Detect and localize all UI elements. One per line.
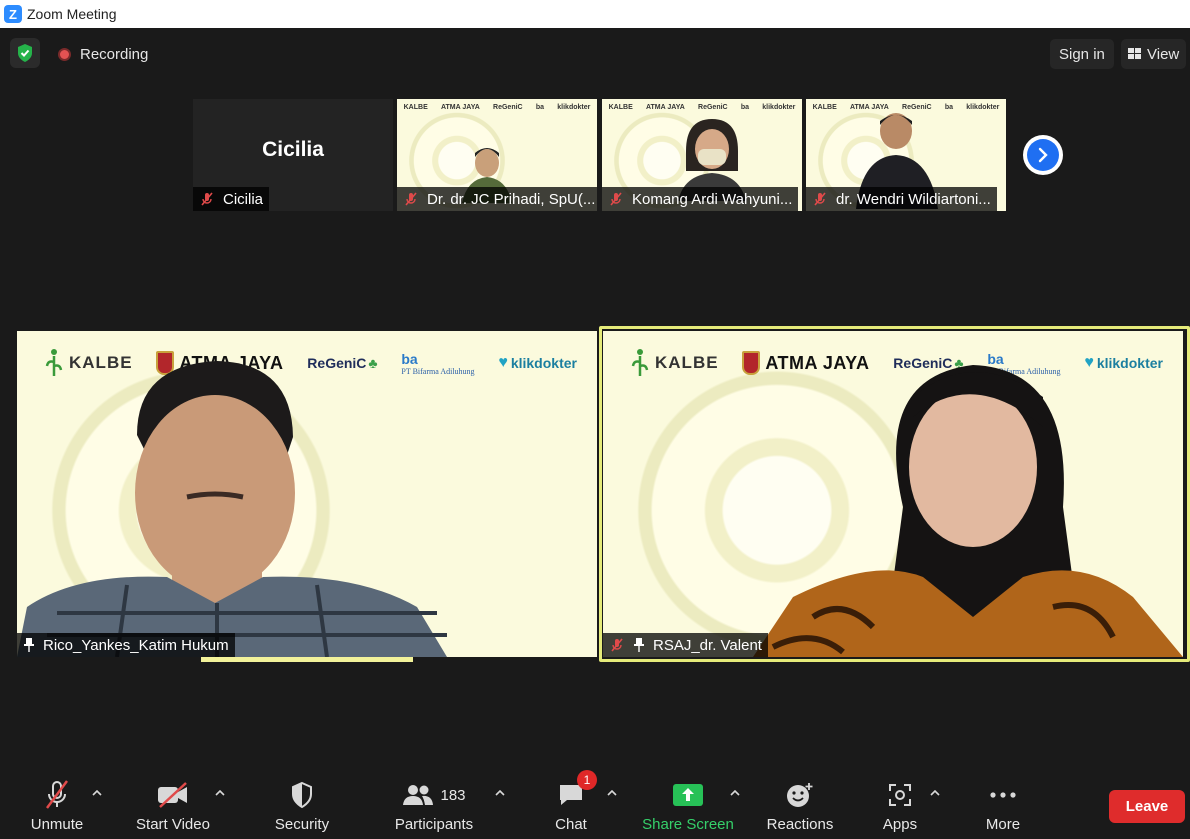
video-thumbnail[interactable]: KALBE ATMA JAYA ReGeniC ba klikdokter Dr. dr… — [397, 99, 597, 211]
reactions-label: Reactions — [766, 816, 834, 833]
unmute-label: Unmute — [30, 816, 84, 833]
video-thumbnail[interactable]: Cicilia Cicilia — [193, 99, 393, 211]
participants-options-caret[interactable] — [493, 786, 507, 800]
grid-view-icon — [1128, 48, 1141, 60]
participant-name: Rico_Yankes_Katim Hukum — [43, 636, 229, 654]
meeting-toolbar: Unmute Start Video Security 183 Particip… — [0, 768, 1190, 839]
apps-label: Apps — [882, 816, 918, 833]
video-options-caret[interactable] — [213, 786, 227, 800]
participant-display-name: Cicilia — [262, 138, 324, 161]
mic-muted-icon — [201, 192, 213, 206]
video-tile[interactable]: KALBE ATMA JAYA ReGeniC♣ ba PT Bifarma A… — [17, 331, 597, 657]
mic-muted-icon — [611, 638, 623, 652]
sign-in-button[interactable]: Sign in — [1050, 39, 1114, 69]
participant-video — [753, 365, 1183, 657]
participant-nametag: RSAJ_dr. Valent — [603, 633, 768, 657]
video-thumbnail[interactable]: KALBE ATMA JAYA ReGeniC ba klikdokter dr. We… — [806, 99, 1006, 211]
participants-label: Participants — [394, 816, 474, 833]
chat-label: Chat — [555, 816, 587, 833]
shield-check-icon — [18, 44, 32, 62]
more-label: More — [985, 816, 1021, 833]
pin-icon — [634, 638, 644, 652]
security-label: Security — [274, 816, 330, 833]
meeting-info-button[interactable] — [10, 38, 40, 68]
window-titlebar: Z Zoom Meeting — [0, 0, 1190, 28]
sponsor-logos: KALBE ATMA JAYA ReGeniC ba klikdokter — [608, 104, 796, 111]
participant-name: dr. Wendri Wildiartoni... — [836, 190, 991, 208]
shield-icon — [292, 781, 312, 809]
more-button[interactable]: More — [979, 768, 1027, 839]
participant-name: RSAJ_dr. Valent — [653, 636, 762, 654]
recording-indicator[interactable]: Recording — [52, 41, 154, 67]
participant-nametag: Rico_Yankes_Katim Hukum — [17, 633, 235, 657]
participant-nametag: Dr. dr. JC Prihadi, SpU(... — [397, 187, 597, 211]
apps-options-caret[interactable] — [928, 786, 942, 800]
leave-button[interactable]: Leave — [1109, 790, 1185, 823]
share-screen-label: Share Screen — [642, 816, 734, 833]
participants-button[interactable]: 183 Participants — [390, 768, 478, 839]
chevron-up-icon — [92, 790, 102, 796]
klikdokter-logo: ♥ klikdokter — [498, 354, 577, 371]
more-dots-icon — [990, 792, 1016, 798]
share-screen-icon — [673, 784, 703, 806]
mic-muted-icon — [610, 192, 622, 206]
chevron-up-icon — [730, 790, 740, 796]
start-video-button[interactable]: Start Video — [132, 768, 214, 839]
chat-options-caret[interactable] — [605, 786, 619, 800]
chat-button[interactable]: 1 Chat — [550, 768, 597, 839]
meeting-topbar: Recording Sign in View — [0, 28, 1190, 78]
mic-muted-icon — [45, 780, 69, 809]
record-dot-icon — [58, 47, 71, 61]
apps-icon — [889, 784, 911, 806]
view-label: View — [1147, 45, 1180, 63]
heart-icon: ♥ — [498, 354, 508, 371]
participant-name: Dr. dr. JC Prihadi, SpU(... — [427, 190, 596, 208]
chevron-up-icon — [930, 790, 940, 796]
kalbe-logo: KALBE — [631, 348, 719, 378]
video-tile-active-speaker[interactable]: KALBE ATMA JAYA ReGeniC ♣ ba PT Bifarma A… — [603, 331, 1183, 657]
apps-button[interactable]: Apps — [878, 768, 922, 839]
chevron-right-icon — [1038, 147, 1048, 163]
security-button[interactable]: Security — [268, 768, 336, 839]
participant-video — [17, 361, 447, 657]
video-thumbnail[interactable]: KALBE ATMA JAYA ReGeniC ba klikdokter Komang… — [602, 99, 802, 211]
unmute-button[interactable]: Unmute — [26, 768, 88, 839]
participant-name: Komang Ardi Wahyuni... — [632, 190, 793, 208]
people-icon — [403, 785, 434, 805]
mic-muted-icon — [405, 192, 417, 206]
participant-nametag: dr. Wendri Wildiartoni... — [806, 187, 997, 211]
share-screen-button[interactable]: Share Screen — [640, 768, 736, 839]
chevron-up-icon — [607, 790, 617, 796]
chat-unread-badge: 1 — [577, 770, 597, 790]
next-page-button[interactable] — [1023, 135, 1063, 175]
start-video-label: Start Video — [136, 816, 210, 833]
window-title: Zoom Meeting — [27, 6, 117, 22]
audio-options-caret[interactable] — [90, 786, 104, 800]
share-options-caret[interactable] — [728, 786, 742, 800]
participant-nametag: Cicilia — [193, 187, 270, 211]
sponsor-logos: KALBE ATMA JAYA ReGeniC ba klikdokter — [403, 104, 591, 111]
participant-nametag: Komang Ardi Wahyuni... — [602, 187, 799, 211]
audio-level-indicator — [201, 657, 413, 662]
view-button[interactable]: View — [1121, 39, 1187, 69]
video-off-icon — [158, 782, 187, 808]
chevron-up-icon — [215, 790, 225, 796]
participant-name: Cicilia — [223, 190, 264, 208]
recording-label: Recording — [80, 45, 149, 63]
participant-count: 183 — [440, 786, 466, 804]
chevron-up-icon — [495, 790, 505, 796]
kalbe-sprig-icon — [631, 349, 649, 376]
mic-muted-icon — [814, 192, 826, 206]
pin-icon — [24, 638, 34, 652]
zoom-logo-icon: Z — [4, 5, 22, 23]
reactions-button[interactable]: Reactions — [764, 768, 836, 839]
smiley-add-icon — [787, 783, 813, 807]
